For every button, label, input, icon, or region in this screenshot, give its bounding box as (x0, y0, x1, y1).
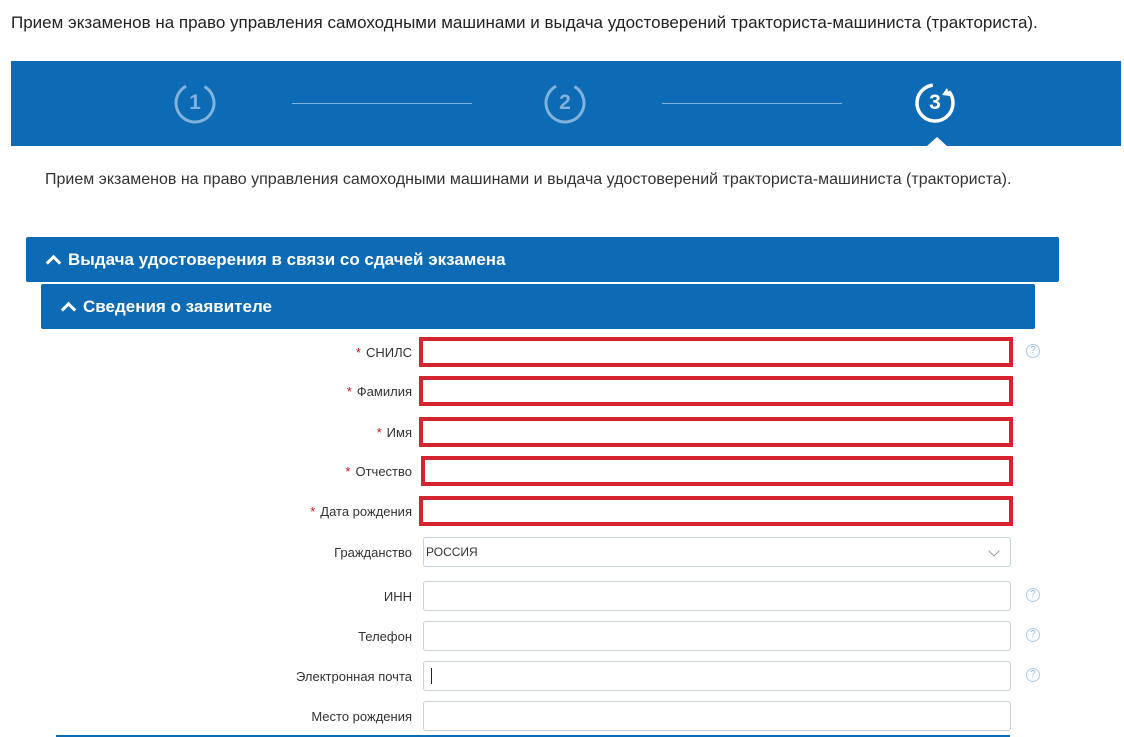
form-row-inn: ИНН ? (0, 581, 1124, 613)
required-mark: * (345, 464, 351, 479)
required-mark: * (310, 504, 316, 519)
required-mark: * (346, 384, 352, 399)
form-row-birth-place: Место рождения (0, 701, 1124, 733)
citizenship-label: Гражданство (334, 545, 412, 560)
step-3[interactable]: 3 (914, 82, 956, 124)
form-row-birth-date: * Дата рождения (0, 496, 1124, 528)
text-cursor (431, 668, 432, 684)
form-row-snils: * СНИЛС ? (0, 337, 1124, 369)
required-mark: * (376, 425, 382, 440)
email-label: Электронная почта (295, 669, 412, 684)
step-3-number: 3 (929, 91, 941, 114)
service-description: Прием экзаменов на право управления само… (45, 171, 1012, 188)
required-mark: * (355, 345, 361, 360)
step-1-number: 1 (189, 91, 201, 114)
patronymic-label: * Отчество (345, 464, 412, 479)
birth-date-input[interactable] (419, 496, 1013, 526)
email-input[interactable] (423, 661, 1011, 691)
step-2-number: 2 (559, 91, 571, 114)
birth-place-input[interactable] (423, 701, 1011, 731)
chevron-up-icon (60, 301, 77, 317)
form-row-phone: Телефон ? (0, 621, 1124, 653)
help-icon[interactable]: ? (1026, 628, 1040, 642)
step-connector-2 (662, 103, 842, 104)
birth-place-label: Место рождения (311, 709, 412, 724)
surname-input[interactable] (419, 376, 1013, 406)
form-row-surname: * Фамилия (0, 376, 1124, 408)
form-row-email: Электронная почта ? (0, 661, 1124, 693)
help-icon[interactable]: ? (1026, 668, 1040, 682)
section-applicant-header[interactable]: Сведения о заявителе (41, 284, 1035, 329)
phone-input[interactable] (423, 621, 1011, 651)
form-row-name: * Имя (0, 417, 1124, 449)
section-issuance-header[interactable]: Выдача удостоверения в связи со сдачей э… (26, 237, 1059, 282)
help-icon[interactable]: ? (1026, 344, 1040, 358)
step-1[interactable]: 1 (174, 82, 216, 124)
phone-label: Телефон (358, 629, 412, 644)
chevron-down-icon (988, 545, 1000, 557)
patronymic-input[interactable] (421, 456, 1013, 486)
page-title: Прием экзаменов на право управления само… (11, 13, 1038, 32)
progress-stepper: 1 2 3 (11, 61, 1121, 146)
birth-date-label: * Дата рождения (310, 504, 412, 519)
name-label: * Имя (376, 425, 412, 440)
snils-input[interactable] (419, 337, 1013, 367)
step-2[interactable]: 2 (544, 82, 586, 124)
step-connector-1 (292, 103, 472, 104)
citizenship-value: РОССИЯ (426, 545, 478, 559)
section-issuance-title: Выдача удостоверения в связи со сдачей э… (68, 249, 506, 269)
inn-label: ИНН (383, 589, 412, 604)
form-row-citizenship: Гражданство РОССИЯ (0, 537, 1124, 569)
form-row-patronymic: * Отчество (0, 456, 1124, 488)
citizenship-select[interactable]: РОССИЯ (423, 537, 1011, 567)
help-icon[interactable]: ? (1026, 588, 1040, 602)
surname-label: * Фамилия (346, 384, 412, 399)
section-applicant-title: Сведения о заявителе (83, 296, 272, 316)
inn-input[interactable] (423, 581, 1011, 611)
snils-label: * СНИЛС (355, 345, 412, 360)
name-input[interactable] (419, 417, 1013, 447)
active-step-pointer (927, 137, 947, 146)
chevron-up-icon (45, 254, 62, 270)
